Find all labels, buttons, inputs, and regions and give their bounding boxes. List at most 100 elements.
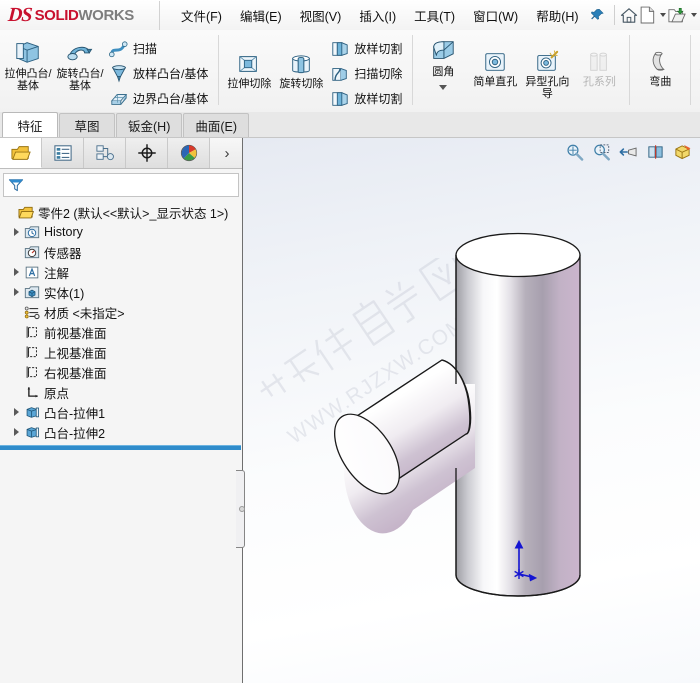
tree-item-boss-extrude-2[interactable]: 凸台-拉伸2 <box>0 422 242 442</box>
home-icon[interactable] <box>620 0 638 30</box>
loft-boss-icon <box>111 64 127 83</box>
feature-tree-icon <box>10 145 31 160</box>
extruded-cut-button[interactable]: 拉伸切除 <box>223 48 275 94</box>
view-orientation-icon[interactable] <box>669 140 696 164</box>
revolved-cut-label: 旋转切除 <box>279 78 324 90</box>
boundary-boss-base-label: 边界凸台/基体 <box>133 92 209 106</box>
feature-manager-panel: › 零件2 (默认<<默认>_显示状态 1>) History 传感器 注解 实… <box>0 138 243 683</box>
feature-filter-input[interactable] <box>27 177 234 193</box>
displaymanager-tab[interactable] <box>168 138 210 168</box>
fillet-dropdown-caret[interactable] <box>439 85 448 90</box>
open-folder-dropdown[interactable] <box>686 0 700 30</box>
lofted-cut-button-1[interactable]: 放样切割 <box>327 36 408 61</box>
revolved-boss-base-label: 旋转凸台/基体 <box>56 68 104 92</box>
flex-button[interactable]: 弯曲 <box>634 46 686 92</box>
ribbon-separator-3 <box>629 35 631 105</box>
sweep-button[interactable]: 扫描 <box>106 36 214 61</box>
hole-series-label: 孔系列 <box>582 76 616 88</box>
panel-splitter[interactable] <box>236 470 246 548</box>
boss-extrude-icon <box>23 417 41 447</box>
fillet-icon <box>433 41 455 59</box>
menu-insert[interactable]: 插入(I) <box>350 2 405 29</box>
tab-features[interactable]: 特征 <box>2 112 58 137</box>
flex-label: 弯曲 <box>649 76 672 88</box>
tree-item-sensors-label: 传感器 <box>44 246 82 261</box>
swept-cut-button[interactable]: 扫描切除 <box>327 61 408 86</box>
horizontal-cylinder[interactable] <box>322 359 475 534</box>
extruded-boss-base-button[interactable]: 拉伸凸台/基体 <box>2 34 54 96</box>
splitter-grip[interactable] <box>238 506 245 512</box>
hole-wizard-button[interactable]: 异型孔向导 <box>521 46 573 104</box>
simple-hole-label: 简单直孔 <box>473 76 518 88</box>
propertymanager-tab[interactable] <box>42 138 84 168</box>
tree-item-part-label: 零件2 (默认<<默认>_显示状态 1>) <box>38 206 229 221</box>
menu-edit[interactable]: 编辑(E) <box>231 2 291 29</box>
tree-item-front-plane-label: 前视基准面 <box>44 326 107 341</box>
toolbar-divider <box>614 5 615 25</box>
simple-hole-button[interactable]: 简单直孔 <box>469 46 521 92</box>
graphics-viewport[interactable]: WWW.RJZXW.COM <box>243 138 700 683</box>
loft-cut-icon <box>332 41 348 56</box>
feature-filter-bar[interactable] <box>3 173 239 197</box>
pin-icon[interactable] <box>587 0 609 30</box>
boundary-boss-icon <box>110 93 128 105</box>
zoom-to-fit-icon[interactable] <box>561 140 588 164</box>
logo-ds-text: DS <box>7 4 33 26</box>
command-manager-tabs: 特征 草图 钣金(H) 曲面(E) <box>0 112 700 138</box>
logo-works-text: WORKS <box>78 6 134 24</box>
lofted-cut-label-2: 放样切割 <box>354 92 403 106</box>
configurationmanager-tab[interactable] <box>84 138 126 168</box>
tab-surfaces[interactable]: 曲面(E) <box>183 113 250 137</box>
tree-item-history-label: History <box>44 225 83 239</box>
extrude-boss-icon <box>16 42 39 63</box>
configuration-manager-icon <box>95 145 114 161</box>
menu-file[interactable]: 文件(F) <box>172 2 231 29</box>
filter-icon <box>8 179 24 192</box>
fillet-button[interactable]: 圆角 <box>417 34 469 82</box>
extrude-cut-icon <box>239 56 258 72</box>
revolved-boss-base-button[interactable]: 旋转凸台/基体 <box>54 34 106 96</box>
tab-sheetmetal[interactable]: 钣金(H) <box>116 113 183 137</box>
tree-expand-history[interactable] <box>10 228 23 236</box>
revolved-cut-button[interactable]: 旋转切除 <box>275 48 327 94</box>
feature-tree: 零件2 (默认<<默认>_显示状态 1>) History 传感器 注解 实体(… <box>0 197 242 450</box>
dimxpertmanager-tab[interactable] <box>126 138 168 168</box>
menu-tools[interactable]: 工具(T) <box>405 2 464 29</box>
tree-item-boss-extrude-1-label: 凸台-拉伸1 <box>44 406 106 421</box>
view-toolbar <box>561 140 696 164</box>
lofted-boss-base-button[interactable]: 放样凸台/基体 <box>106 61 214 86</box>
tree-expand-solid-bodies[interactable] <box>10 288 23 296</box>
boss-small-column: 扫描 放样凸台/基体 边界凸台/基体 <box>106 34 214 111</box>
linear-pattern-button[interactable]: 线性阵列 <box>695 34 700 82</box>
previous-view-icon[interactable] <box>615 140 642 164</box>
ribbon-group-boss: 拉伸凸台/基体 旋转凸台/基体 扫描 放样凸台/基体 边界凸台/基体 <box>0 30 216 112</box>
ribbon-toolbar: 拉伸凸台/基体 旋转凸台/基体 扫描 放样凸台/基体 边界凸台/基体 拉伸切除 … <box>0 30 700 113</box>
hole-series-button[interactable]: 孔系列 <box>573 46 625 92</box>
swept-cut-icon <box>332 67 348 81</box>
menu-help[interactable]: 帮助(H) <box>527 2 587 29</box>
tree-item-annotations-label: 注解 <box>44 266 70 281</box>
section-view-icon[interactable] <box>642 140 669 164</box>
tree-expand-annotations[interactable] <box>10 268 23 276</box>
new-document-icon[interactable] <box>638 0 656 30</box>
quick-access-toolbar <box>587 0 700 30</box>
lofted-cut-button-2[interactable]: 放样切割 <box>327 86 408 111</box>
model-3d[interactable] <box>243 138 700 683</box>
open-folder-icon[interactable] <box>668 0 686 30</box>
menu-window[interactable]: 窗口(W) <box>464 2 527 29</box>
tree-expand-boss-extrude-1[interactable] <box>10 408 23 416</box>
menu-view[interactable]: 视图(V) <box>291 2 351 29</box>
featuremanager-tab[interactable] <box>0 138 42 168</box>
manager-tab-strip: › <box>0 138 242 169</box>
new-document-dropdown[interactable] <box>656 0 668 30</box>
revolve-cut-icon <box>292 55 311 74</box>
extruded-cut-label: 拉伸切除 <box>227 78 272 90</box>
manager-tabs-expand[interactable]: › <box>216 138 238 168</box>
tab-sketch[interactable]: 草图 <box>59 113 115 137</box>
tree-expand-boss-extrude-2[interactable] <box>10 428 23 436</box>
tree-item-top-plane-label: 上视基准面 <box>44 346 107 361</box>
zoom-to-area-icon[interactable] <box>588 140 615 164</box>
loft-cut-icon <box>332 91 348 106</box>
boundary-boss-base-button[interactable]: 边界凸台/基体 <box>106 86 214 111</box>
dimxpert-icon <box>137 144 156 162</box>
